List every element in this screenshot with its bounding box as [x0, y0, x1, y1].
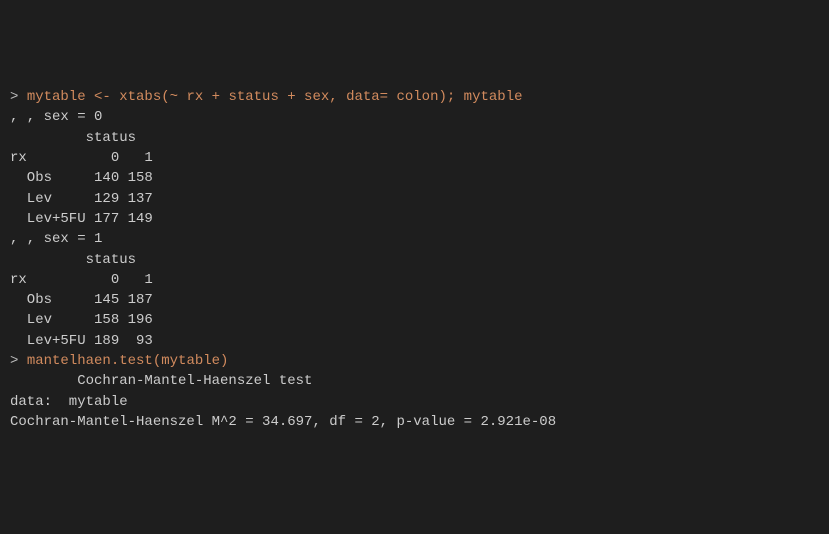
output-line: status: [10, 250, 819, 270]
output-line: Obs 140 158: [10, 168, 819, 188]
output-line: Cochran-Mantel-Haenszel test: [10, 371, 819, 391]
console-line-cmd2[interactable]: > mantelhaen.test(mytable): [10, 351, 819, 371]
output-line: data: mytable: [10, 392, 819, 412]
output-line: , , sex = 0: [10, 107, 819, 127]
output-line: Lev 158 196: [10, 310, 819, 330]
output-line: rx 0 1: [10, 270, 819, 290]
console-line-cmd1[interactable]: > mytable <- xtabs(~ rx + status + sex, …: [10, 87, 819, 107]
output-line: rx 0 1: [10, 148, 819, 168]
output-line: , , sex = 1: [10, 229, 819, 249]
prompt: >: [10, 89, 27, 105]
input-cmd1[interactable]: mytable <- xtabs(~ rx + status + sex, da…: [27, 89, 523, 105]
output-line: Cochran-Mantel-Haenszel M^2 = 34.697, df…: [10, 412, 819, 432]
prompt: >: [10, 353, 27, 369]
output-line: status: [10, 128, 819, 148]
output-line: Obs 145 187: [10, 290, 819, 310]
output-line: Lev+5FU 177 149: [10, 209, 819, 229]
input-cmd2[interactable]: mantelhaen.test(mytable): [27, 353, 229, 369]
output-line: Lev 129 137: [10, 189, 819, 209]
output-line: Lev+5FU 189 93: [10, 331, 819, 351]
